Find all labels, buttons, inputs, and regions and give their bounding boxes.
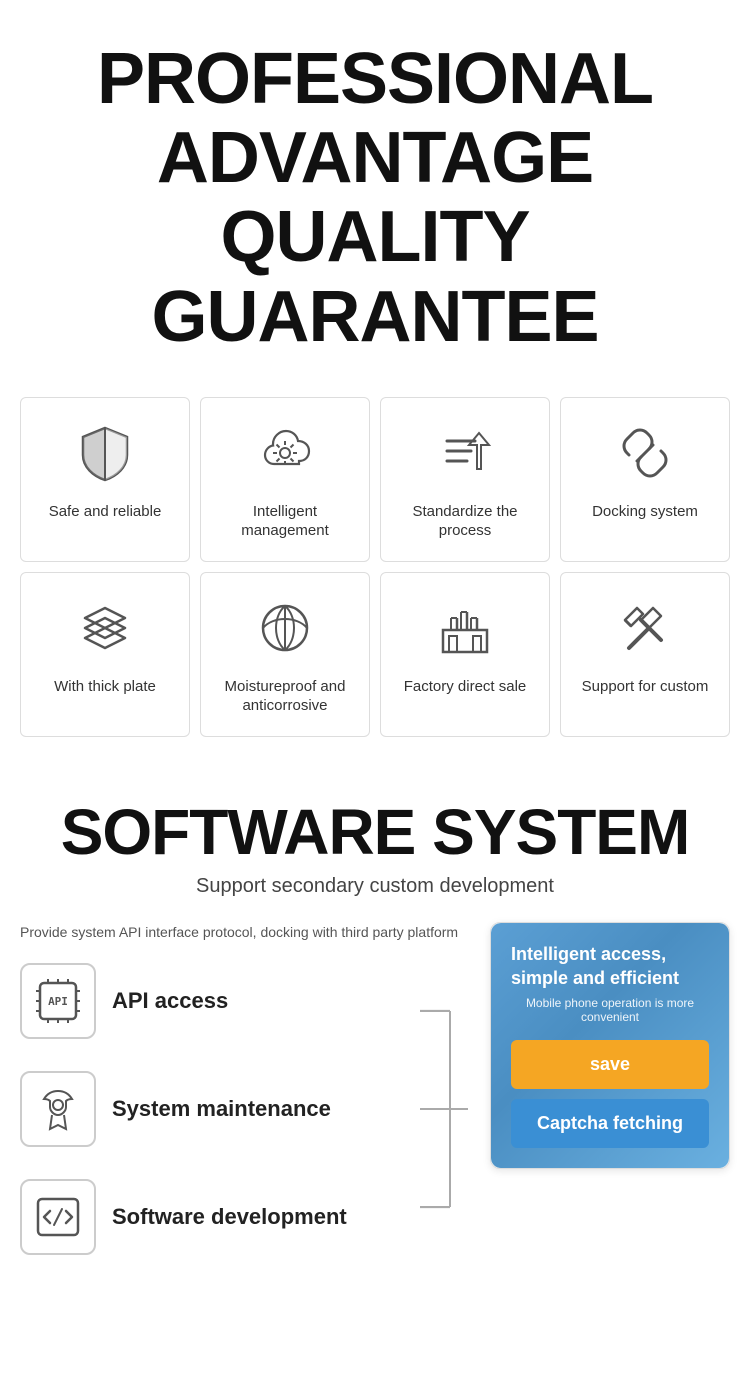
feature-label-custom: Support for custom	[571, 677, 719, 697]
development-label: Software development	[112, 1203, 347, 1232]
feature-card-process: Standardize the process	[380, 397, 550, 562]
save-button[interactable]: save	[511, 1040, 709, 1089]
feature-card-moisture: Moistureproof and anticorrosive	[200, 572, 370, 737]
feature-card-thick: With thick plate	[20, 572, 190, 737]
software-desc: Provide system API interface protocol, d…	[20, 922, 470, 943]
tools-icon	[610, 593, 680, 663]
shield-icon	[70, 418, 140, 488]
software-right-panel: Intelligent access, simple and efficient…	[490, 922, 730, 1169]
feature-grid-row1: Safe and reliable Intelligent manage	[20, 397, 730, 562]
feature-label-factory: Factory direct sale	[391, 677, 539, 697]
sw-info-panel: Intelligent access, simple and efficient…	[491, 923, 729, 1168]
code-icon-box	[20, 1179, 96, 1255]
software-left: Provide system API interface protocol, d…	[20, 922, 470, 1255]
feature-card-intelligent: Intelligent management	[200, 397, 370, 562]
software-item-api: API	[20, 963, 410, 1039]
maintenance-icon-box	[20, 1071, 96, 1147]
feature-card-custom: Support for custom	[560, 572, 730, 737]
layers-icon	[70, 593, 140, 663]
leaf-icon	[250, 593, 320, 663]
captcha-button[interactable]: Captcha fetching	[511, 1099, 709, 1148]
feature-label-moisture: Moistureproof and anticorrosive	[211, 677, 359, 716]
feature-label-safe: Safe and reliable	[31, 502, 179, 522]
software-item-maintenance: System maintenance	[20, 1071, 410, 1147]
process-icon	[430, 418, 500, 488]
svg-text:API: API	[48, 995, 68, 1008]
maintenance-icon	[34, 1085, 82, 1133]
software-subtitle: Support secondary custom development	[20, 875, 730, 898]
feature-label-thick: With thick plate	[31, 677, 179, 697]
api-icon-box: API	[20, 963, 96, 1039]
feature-card-docking: Docking system	[560, 397, 730, 562]
maintenance-label: System maintenance	[112, 1095, 331, 1124]
feature-grid-row2: With thick plate Moistureproof and antic…	[20, 572, 730, 737]
api-icon: API	[34, 977, 82, 1025]
api-label: API access	[112, 987, 228, 1016]
software-content: Provide system API interface protocol, d…	[20, 922, 730, 1255]
bracket-container	[410, 963, 470, 1255]
feature-card-factory: Factory direct sale	[380, 572, 550, 737]
software-title: SOFTWARE SYSTEM	[20, 797, 730, 867]
feature-label-process: Standardize the process	[391, 502, 539, 541]
feature-label-docking: Docking system	[571, 502, 719, 522]
panel-title: Intelligent access, simple and efficient	[511, 943, 709, 990]
panel-wrapper: Intelligent access, simple and efficient…	[490, 922, 730, 1169]
factory-icon	[430, 593, 500, 663]
software-section: SOFTWARE SYSTEM Support secondary custom…	[0, 767, 750, 1275]
header-section: PROFESSIONAL ADVANTAGE QUALITY GUARANTEE	[0, 0, 750, 387]
feature-label-intelligent: Intelligent management	[211, 502, 359, 541]
software-items-list: API	[20, 963, 410, 1255]
cloud-settings-icon	[250, 418, 320, 488]
software-items-wrapper: API	[20, 963, 470, 1255]
software-item-development: Software development	[20, 1179, 410, 1255]
panel-subtitle: Mobile phone operation is more convenien…	[511, 996, 709, 1024]
bracket-svg	[410, 963, 470, 1255]
link-icon	[610, 418, 680, 488]
main-title: PROFESSIONAL ADVANTAGE QUALITY GUARANTEE	[20, 40, 730, 357]
code-icon	[34, 1193, 82, 1241]
feature-section: Safe and reliable Intelligent manage	[0, 387, 750, 767]
feature-card-safe: Safe and reliable	[20, 397, 190, 562]
